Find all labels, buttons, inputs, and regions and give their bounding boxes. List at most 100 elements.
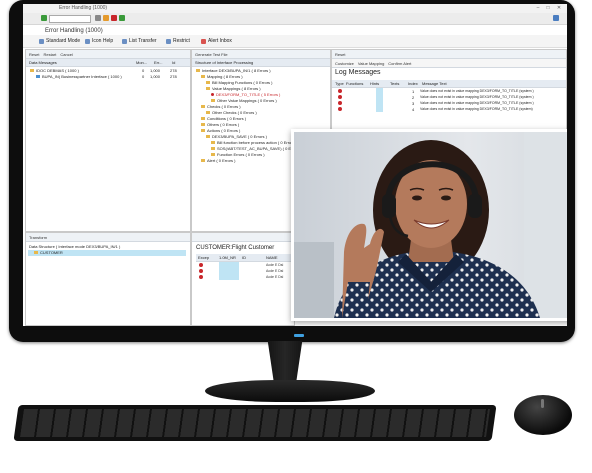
log-messages-title: Log Messages xyxy=(335,69,381,76)
data-messages-pane: Reset Restart Cancel Data Messages Mon..… xyxy=(25,49,191,232)
data-structure-pane: Transform Data Structure ( Interface mod… xyxy=(25,232,191,326)
command-toolbar xyxy=(23,13,567,25)
help-icon[interactable] xyxy=(553,15,559,21)
transform-button[interactable]: Transform xyxy=(29,235,47,240)
folder-icon xyxy=(211,141,215,145)
structure-tree-node[interactable]: Actions ( 0 Errors ) xyxy=(201,128,240,133)
enter-icon[interactable] xyxy=(41,15,47,21)
folder-icon xyxy=(196,69,200,73)
log-table-header: Type Functions Hints Texts Index Message… xyxy=(332,80,566,88)
list-icon xyxy=(122,38,127,44)
restrict-button[interactable]: Restrict xyxy=(166,37,190,45)
row-index: 4 xyxy=(412,107,415,112)
error-light-icon xyxy=(338,89,342,93)
confirm-alert-button[interactable]: Confirm Alert xyxy=(388,61,411,66)
minimize-button[interactable]: – xyxy=(533,5,543,11)
structure-tree-node[interactable]: Conditions ( 0 Errors ) xyxy=(201,116,246,121)
alert-inbox-button[interactable]: Alert Inbox xyxy=(201,37,232,45)
generate-test-file-button[interactable]: Generate Test File xyxy=(195,52,228,57)
exit-icon[interactable] xyxy=(119,15,125,21)
folder-icon xyxy=(206,87,210,91)
structure-tree-node[interactable]: SOS(/ABT/TEST_AC_BUPA_SAVE) ( 0 Errors ) xyxy=(211,146,302,151)
error-light-icon xyxy=(338,95,342,99)
error-light-icon xyxy=(199,269,203,273)
structure-tree-node[interactable]: Function Errors ( 0 Errors ) xyxy=(211,152,265,157)
customer-name: Acde E Dsl xyxy=(266,263,284,267)
folder-icon xyxy=(201,75,205,79)
cancel-icon[interactable] xyxy=(111,15,117,21)
tree-value: 1,000 xyxy=(150,68,161,73)
log-toolbar-top: Reset xyxy=(332,50,566,59)
data-messages-toolbar: Reset Restart Cancel xyxy=(26,50,190,59)
structure-tree-node[interactable]: Alert ( 0 Errors ) xyxy=(201,158,235,163)
reset-button[interactable]: Reset xyxy=(29,52,39,57)
customer-name: Acde E Dsl xyxy=(266,269,284,273)
structure-header: Structure of Interface Processing xyxy=(192,59,330,67)
structure-tree-node[interactable]: Other Value Mappings ( 0 Errors ) xyxy=(211,98,277,103)
tree-value: 278 xyxy=(170,74,177,79)
structure-tree-node[interactable]: Interface DEX3/BUPA_IN/1 ( 8 Errors ) xyxy=(196,68,271,73)
log-toolbar: Customize Value Mapping Confirm Alert xyxy=(332,59,566,68)
tree-value: 278 xyxy=(170,68,177,73)
video-call-person-icon xyxy=(294,132,567,318)
customer-table-pane: CUSTOMER:Flight Customer Excep 1.0M_NR I… xyxy=(191,232,295,326)
customer-table-toolbar xyxy=(192,233,294,242)
close-button[interactable]: ✕ xyxy=(554,5,564,11)
customer-table-header: Excep 1.0M_NR ID NAME xyxy=(196,254,292,262)
save-icon[interactable] xyxy=(95,15,101,21)
restart-button[interactable]: Restart xyxy=(43,52,56,57)
list-transfer-button[interactable]: List Transfer xyxy=(122,37,157,45)
mouse-wheel xyxy=(541,399,544,408)
table-row[interactable]: Acde E Dsl xyxy=(196,274,292,280)
structure-toolbar: Generate Test File xyxy=(192,50,330,59)
message-text: Value does not exist in value mapping DE… xyxy=(420,101,534,105)
structure-tree-node[interactable]: Checks ( 0 Errors ) xyxy=(201,104,241,109)
computer-mouse[interactable] xyxy=(514,395,572,435)
mode-icon xyxy=(39,38,44,44)
folder-icon xyxy=(201,117,205,121)
tree-value: 0 xyxy=(142,74,145,79)
structure-tree-node[interactable]: Value Mappings ( 8 Errors ) xyxy=(206,86,261,91)
structure-tree-node[interactable]: Mapping ( 8 Errors ) xyxy=(201,74,243,79)
tree-node-customer[interactable]: CUSTOMER xyxy=(28,250,186,256)
structure-tree-node[interactable]: Bill function before process action ( 0 … xyxy=(211,140,297,145)
tree-value: 1,000 xyxy=(150,74,161,79)
folder-icon xyxy=(201,123,205,127)
tree-value: 0 xyxy=(142,68,145,73)
standard-mode-button[interactable]: Standard Mode xyxy=(39,37,80,45)
folder-icon xyxy=(201,105,205,109)
structure-tree-node[interactable]: Others ( 0 Errors ) xyxy=(201,122,239,127)
structure-tree-node[interactable]: Other Checks ( 0 Errors ) xyxy=(206,110,257,115)
message-text: Value does not exist in value mapping DE… xyxy=(420,95,534,99)
app-title-bar: Error Handling (1000) xyxy=(23,25,567,35)
hint-cell xyxy=(376,106,383,112)
structure-tree-node[interactable]: Bill Mapping Functions ( 0 Errors ) xyxy=(206,80,272,85)
customize-button[interactable]: Customize xyxy=(335,61,354,66)
cancel-button[interactable]: Cancel xyxy=(60,52,72,57)
table-row[interactable]: 4 Value does not exist in value mapping D… xyxy=(332,106,566,112)
folder-icon xyxy=(206,135,210,139)
help-icon xyxy=(85,38,90,44)
video-call-window[interactable] xyxy=(291,129,567,321)
icon-help-button[interactable]: Icon Help xyxy=(85,37,113,45)
window-title: Error Handling (1000) xyxy=(59,5,108,11)
table-icon xyxy=(34,251,38,255)
structure-tree-node[interactable]: DEX3/FORM_TO_TITLE ( 5 Errors ) xyxy=(211,92,280,97)
error-light-icon xyxy=(199,275,203,279)
monitor-base xyxy=(205,380,375,402)
keyboard[interactable] xyxy=(13,405,497,441)
value-mapping-button[interactable]: Value Mapping xyxy=(358,61,384,66)
tree-node-idoc[interactable]: IDOC DEBMAS ( 1000 ) xyxy=(30,68,79,73)
monitor-bezel: Error Handling (1000) – □ ✕ Error Handli… xyxy=(9,0,575,342)
interface-icon xyxy=(36,75,40,79)
structure-tree-node[interactable]: DEX3/BUPA_SAVE ( 0 Errors ) xyxy=(206,134,267,139)
maximize-button[interactable]: □ xyxy=(543,5,553,11)
tree-node-bupa[interactable]: BUPA_IN( Businesspartner Interface ( 100… xyxy=(36,74,122,79)
back-icon[interactable] xyxy=(103,15,109,21)
power-led xyxy=(294,334,304,337)
log-reset-button[interactable]: Reset xyxy=(335,52,345,57)
error-light-icon xyxy=(199,263,203,267)
command-field[interactable] xyxy=(49,15,91,23)
page-title: Error Handling (1000) xyxy=(45,28,103,34)
folder-icon xyxy=(201,159,205,163)
